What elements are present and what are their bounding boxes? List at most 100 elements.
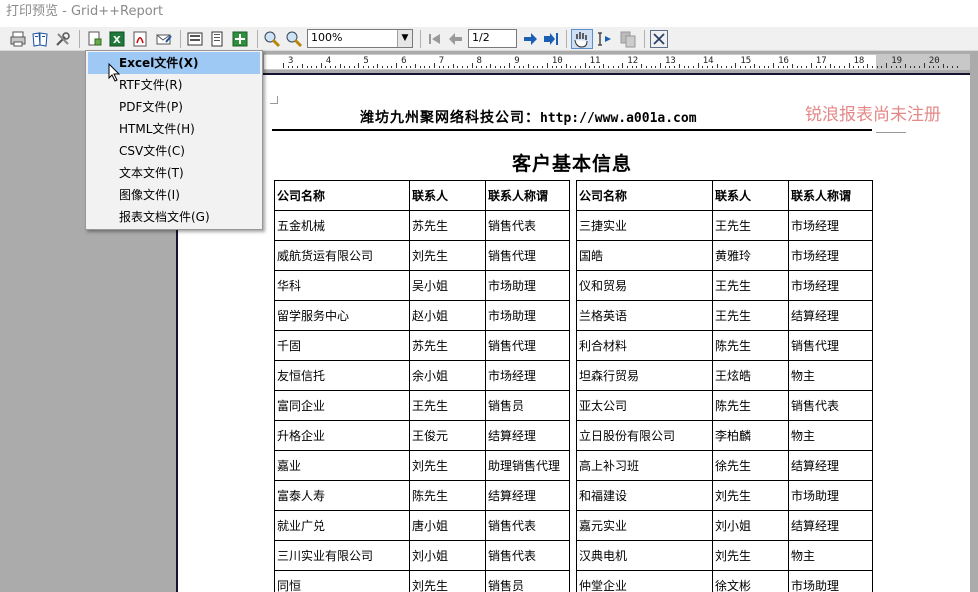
prev-page-icon[interactable] <box>447 30 465 48</box>
print-icon[interactable] <box>9 30 27 48</box>
cell-contact: 李柏麟 <box>712 420 789 451</box>
cell-company: 三川实业有限公司 <box>274 540 410 571</box>
cell-contact: 刘先生 <box>409 240 486 271</box>
company-url: http://www.a001a.com <box>540 111 697 126</box>
copy-icon[interactable] <box>619 30 637 48</box>
menu-item-text[interactable]: 文本文件(T) <box>88 162 260 184</box>
cell-contact-title: 销售代理 <box>788 330 873 361</box>
cell-contact: 王先生 <box>409 390 486 421</box>
cell-contact: 王炫皓 <box>712 360 789 391</box>
cell-contact-title: 市场助理 <box>788 570 873 592</box>
table-row: 富同企业 王先生 销售员 <box>274 390 570 421</box>
column-header-contact: 联系人 <box>712 180 789 211</box>
toolbar: X 100% ▼ 1/2 <box>0 27 978 51</box>
cell-company: 富泰人寿 <box>274 480 410 511</box>
cell-contact-title: 销售代理 <box>485 330 570 361</box>
excel-export-icon[interactable]: X <box>108 30 126 48</box>
cell-contact-title: 销售代表 <box>485 540 570 571</box>
table-row: 嘉元实业 刘小姐 结算经理 <box>576 510 873 541</box>
cell-contact: 刘先生 <box>409 570 486 592</box>
cell-company: 友恒信托 <box>274 360 410 391</box>
table-row: 亚太公司 陈先生 销售代表 <box>576 390 873 421</box>
cell-contact-title: 助理销售代理 <box>485 450 570 481</box>
menu-item-report-document[interactable]: 报表文档文件(G) <box>88 206 260 228</box>
cell-contact-title: 物主 <box>788 540 873 571</box>
cell-company: 仲堂企业 <box>576 570 713 592</box>
cell-contact: 刘先生 <box>712 540 789 571</box>
select-tool-icon[interactable] <box>596 30 614 48</box>
ruler-label: 15 <box>740 56 752 66</box>
email-icon[interactable] <box>155 30 173 48</box>
table-row: 嘉业 刘先生 助理销售代理 <box>274 450 570 481</box>
ruler-label: 17 <box>815 56 827 66</box>
cell-contact-title: 市场经理 <box>788 240 873 271</box>
cell-company: 华科 <box>274 270 410 301</box>
table-row: 和福建设 刘先生 市场助理 <box>576 480 873 511</box>
cell-contact: 王先生 <box>712 210 789 241</box>
hand-tool-icon[interactable] <box>571 29 593 49</box>
cell-contact-title: 物主 <box>788 420 873 451</box>
settings-icon[interactable] <box>54 30 72 48</box>
multi-page-icon[interactable] <box>231 30 249 48</box>
cell-company: 升格企业 <box>274 420 410 451</box>
zoom-select[interactable]: 100% ▼ <box>307 29 413 48</box>
table-row: 富泰人寿 陈先生 结算经理 <box>274 480 570 511</box>
table-row: 仪和贸易 王先生 市场经理 <box>576 270 873 301</box>
menu-item-image[interactable]: 图像文件(I) <box>88 184 260 206</box>
table-row: 千固 苏先生 销售代理 <box>274 330 570 361</box>
company-name: 潍坊九州聚网络科技公司： <box>360 110 540 126</box>
cell-company: 亚太公司 <box>576 390 713 421</box>
cell-contact-title: 结算经理 <box>485 420 570 451</box>
cell-contact-title: 市场经理 <box>485 360 570 391</box>
zoom-in-icon[interactable] <box>263 30 281 48</box>
pdf-export-icon[interactable] <box>131 30 149 48</box>
next-page-icon[interactable] <box>521 30 539 48</box>
table-row: 华科 吴小姐 市场助理 <box>274 270 570 301</box>
menu-item-csv[interactable]: CSV文件(C) <box>88 140 260 162</box>
ruler-label: 8 <box>476 56 482 66</box>
cell-contact: 王先生 <box>712 300 789 331</box>
table-row: 国皓 黄雅玲 市场经理 <box>576 240 873 271</box>
ruler-label: 19 <box>891 56 903 66</box>
cell-contact: 刘先生 <box>409 450 486 481</box>
cell-contact: 刘小姐 <box>712 510 789 541</box>
cell-contact-title: 销售代表 <box>485 510 570 541</box>
cell-contact-title: 销售代表 <box>485 210 570 241</box>
cell-contact-title: 市场助理 <box>788 480 873 511</box>
cell-company: 汉典电机 <box>576 540 713 571</box>
page-number-input[interactable]: 1/2 <box>468 29 517 48</box>
cell-contact: 陈先生 <box>409 480 486 511</box>
first-page-icon[interactable] <box>426 30 444 48</box>
table-row: 高上补习班 徐先生 结算经理 <box>576 450 873 481</box>
last-page-icon[interactable] <box>542 30 560 48</box>
ruler-label: 6 <box>401 56 407 66</box>
chevron-down-icon[interactable]: ▼ <box>397 30 412 47</box>
column-header-company: 公司名称 <box>576 180 713 211</box>
page-setup-icon[interactable] <box>31 30 49 48</box>
cell-contact: 苏先生 <box>409 330 486 361</box>
column-header-contact-title: 联系人称谓 <box>485 180 570 211</box>
horizontal-ruler: 3 4 5 6 7 8 9 10 11 12 13 14 15 16 17 18 19 20 <box>264 54 970 70</box>
window-title: 打印预览 - Grid++Report <box>0 0 978 27</box>
menu-item-html[interactable]: HTML文件(H) <box>88 118 260 140</box>
ruler-label: 20 <box>928 56 940 66</box>
cell-contact-title: 结算经理 <box>788 450 873 481</box>
zoom-value: 100% <box>311 31 343 44</box>
cell-contact: 徐文彬 <box>712 570 789 592</box>
cell-company: 仪和贸易 <box>576 270 713 301</box>
menu-item-pdf[interactable]: PDF文件(P) <box>88 96 260 118</box>
cell-company: 嘉业 <box>274 450 410 481</box>
export-icon[interactable] <box>86 30 104 48</box>
table-header-row: 公司名称 联系人 联系人称谓 <box>576 180 873 211</box>
cell-company: 就业广兑 <box>274 510 410 541</box>
column-header-contact: 联系人 <box>409 180 486 211</box>
table-row: 就业广兑 唐小姐 销售代表 <box>274 510 570 541</box>
ruler-label: 10 <box>551 56 563 66</box>
cell-contact-title: 销售代理 <box>485 240 570 271</box>
single-page-icon[interactable] <box>186 30 204 48</box>
table-row: 留学服务中心 赵小姐 市场助理 <box>274 300 570 331</box>
two-page-icon[interactable] <box>208 30 226 48</box>
close-icon[interactable] <box>650 30 668 48</box>
zoom-out-icon[interactable] <box>285 30 303 48</box>
table-row: 友恒信托 余小姐 市场经理 <box>274 360 570 391</box>
